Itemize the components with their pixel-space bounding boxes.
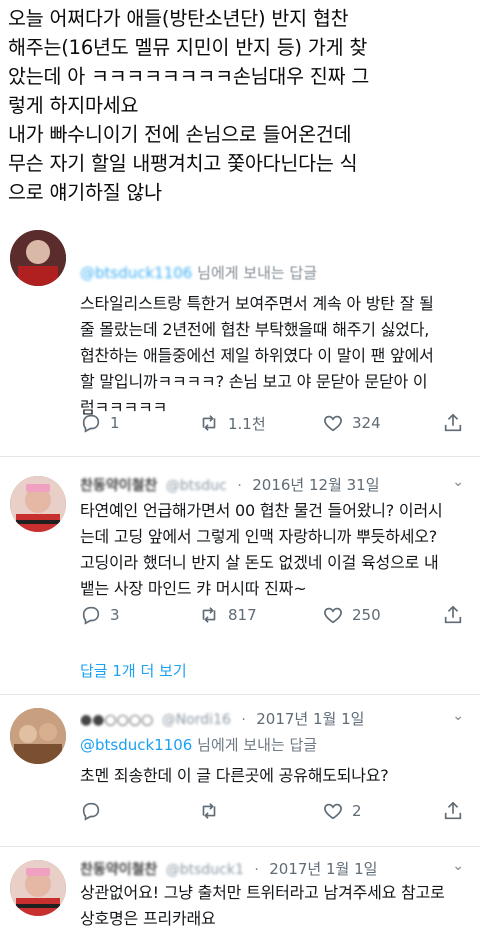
reply-indicator: @btsduck1106 님에게 보내는 답글 bbox=[80, 262, 470, 283]
reply-count: 1 bbox=[110, 414, 120, 432]
like-count: 250 bbox=[352, 606, 381, 624]
tweet-body: 타연예인 언급해가면서 00 협찬 물건 들어왔니? 이러시 는데 고딩 앞에서… bbox=[80, 498, 470, 602]
like-button[interactable]: 2 bbox=[322, 800, 362, 822]
author-handle[interactable]: @Nordi16 bbox=[162, 712, 231, 728]
chevron-down-icon[interactable]: ⌄ bbox=[452, 708, 464, 724]
retweet-button[interactable]: 1.1천 bbox=[198, 412, 266, 434]
avatar[interactable] bbox=[10, 708, 66, 764]
caption-line: 오늘 어쩌다가 애들(방탄소년단) 반지 협찬 bbox=[8, 7, 349, 30]
caption-line: 내가 빠수니이기 전에 손님으로 들어온건데 bbox=[8, 123, 352, 146]
heart-icon bbox=[324, 415, 342, 432]
tweet-date[interactable]: 2017년 1월 1일 bbox=[256, 710, 364, 728]
tweet-line: 할 말입니까ㅋㅋㅋㅋ? 손님 보고 야 문닫아 문닫아 이 bbox=[80, 372, 428, 391]
divider bbox=[0, 456, 480, 457]
share-button[interactable] bbox=[442, 800, 464, 822]
caption-line: 렇게 하지마세요 bbox=[8, 94, 139, 117]
avatar-image bbox=[10, 708, 66, 764]
reply-icon bbox=[82, 414, 100, 433]
share-icon bbox=[444, 801, 462, 820]
tweet-line: 상호명은 프리카래요 bbox=[80, 909, 216, 928]
avatar-image bbox=[10, 476, 66, 532]
reply-button[interactable]: 3 bbox=[80, 604, 120, 626]
caption-line: 무슨 자기 할일 내팽겨치고 쫓아다닌다는 식 bbox=[8, 152, 358, 175]
share-button[interactable] bbox=[442, 604, 464, 626]
tweet-line: 타연예인 언급해가면서 00 협찬 물건 들어왔니? 이러시 bbox=[80, 501, 443, 520]
tweet-2[interactable]: 찬동약이철찬 @btsduc · 2016년 12월 31일 ⌄ 타연예인 언급… bbox=[0, 468, 480, 688]
retweet-icon bbox=[202, 415, 216, 431]
retweet-icon bbox=[202, 803, 216, 819]
show-more-replies-link[interactable]: 답글 1개 더 보기 bbox=[80, 660, 187, 681]
avatar-image bbox=[10, 230, 66, 286]
author-name[interactable]: ●●○○○○ bbox=[80, 712, 153, 728]
author-name[interactable]: 찬동약이철찬 bbox=[80, 859, 157, 879]
heart-icon bbox=[324, 607, 342, 624]
tweet-meta: ●●○○○○ @Nordi16 · 2017년 1월 1일 ⌄ bbox=[80, 708, 464, 728]
tweet-line: 협찬하는 애들중에선 제일 하위였다 이 말이 팬 앞에서 bbox=[80, 346, 434, 365]
tweet-date[interactable]: 2017년 1월 1일 bbox=[269, 860, 377, 878]
reply-icon bbox=[82, 606, 100, 625]
divider bbox=[0, 694, 480, 695]
tweet-4[interactable]: 찬동약이철찬 @btsduck1 · 2017년 1월 1일 ⌄ 상관없어요! … bbox=[0, 852, 480, 932]
like-count: 2 bbox=[352, 802, 362, 820]
tweet-body: 상관없어요! 그냥 출처만 트위터라고 남겨주세요 참고로 상호명은 프리카래요 bbox=[80, 880, 470, 932]
reply-mention-link[interactable]: @btsduck1106 bbox=[80, 736, 192, 754]
tweet-line: 고딩이라 했더니 반지 살 돈도 없겠네 이걸 육성으로 내 bbox=[80, 553, 439, 572]
avatar-image bbox=[10, 860, 66, 916]
retweet-icon bbox=[202, 607, 216, 623]
tweet-line: 뱉는 사장 마인드 캬 머시따 진짜~ bbox=[80, 579, 307, 598]
reply-icon bbox=[82, 802, 100, 821]
heart-icon bbox=[324, 803, 342, 820]
reply-indicator: @btsduck1106 님에게 보내는 답글 bbox=[80, 734, 470, 755]
reply-suffix: 님에게 보내는 답글 bbox=[197, 736, 318, 754]
author-name[interactable]: 찬동약이철찬 bbox=[80, 475, 157, 495]
like-button[interactable]: 324 bbox=[322, 412, 381, 434]
reply-suffix: 님에게 보내는 답글 bbox=[197, 264, 318, 282]
retweet-button[interactable]: 817 bbox=[198, 604, 257, 626]
reply-button[interactable]: 1 bbox=[80, 412, 120, 434]
share-icon bbox=[444, 413, 462, 432]
caption-line: 으로 얘기하질 않나 bbox=[8, 181, 162, 204]
tweet-line: 초멘 죄송한데 이 글 다른곳에 공유해도되나요? bbox=[80, 766, 389, 785]
tweet-meta: 찬동약이철찬 @btsduc · 2016년 12월 31일 ⌄ bbox=[80, 474, 464, 495]
tweet-line: 는데 고딩 앞에서 그렇게 인맥 자랑하니까 뿌듯하세오? bbox=[80, 527, 438, 546]
tweet-meta: 찬동약이철찬 @btsduck1 · 2017년 1월 1일 ⌄ bbox=[80, 858, 464, 879]
share-button[interactable] bbox=[442, 412, 464, 434]
like-button[interactable]: 250 bbox=[322, 604, 381, 626]
caption-line: 았는데 아 ㅋㅋㅋㅋㅋㅋㅋㅋ손님대우 진짜 그 bbox=[8, 65, 370, 88]
avatar[interactable] bbox=[10, 230, 66, 286]
tweet-actions: 3 817 250 bbox=[80, 604, 470, 630]
tweet-3[interactable]: ●●○○○○ @Nordi16 · 2017년 1월 1일 ⌄ @btsduck… bbox=[0, 704, 480, 842]
avatar[interactable] bbox=[10, 476, 66, 532]
reply-mention-link[interactable]: @btsduck1106 bbox=[80, 264, 192, 282]
reply-button[interactable] bbox=[80, 800, 110, 822]
chevron-down-icon[interactable]: ⌄ bbox=[452, 858, 464, 874]
retweet-count: 817 bbox=[228, 606, 257, 624]
caption-text: 오늘 어쩌다가 애들(방탄소년단) 반지 협찬 해주는(16년도 멜뮤 지민이 … bbox=[8, 4, 474, 207]
tweet-line: 줄 몰랐는데 2년전에 협찬 부탁했을때 해주기 싫었다, bbox=[80, 320, 430, 339]
tweet-body: 스타일리스트랑 특한거 보여주면서 계속 아 방탄 잘 될 줄 몰랐는데 2년전… bbox=[80, 291, 470, 421]
tweet-actions: 2 bbox=[80, 800, 470, 826]
reply-count: 3 bbox=[110, 606, 120, 624]
tweet-body: 초멘 죄송한데 이 글 다른곳에 공유해도되나요? bbox=[80, 763, 470, 789]
avatar[interactable] bbox=[10, 860, 66, 916]
tweet-line: 스타일리스트랑 특한거 보여주면서 계속 아 방탄 잘 될 bbox=[80, 294, 434, 313]
tweet-actions: 1 1.1천 324 bbox=[80, 412, 470, 438]
tweet-line: 상관없어요! 그냥 출처만 트위터라고 남겨주세요 참고로 bbox=[80, 883, 445, 902]
like-count: 324 bbox=[352, 414, 381, 432]
tweet-date[interactable]: 2016년 12월 31일 bbox=[252, 476, 379, 494]
retweet-count: 1.1천 bbox=[228, 414, 266, 433]
caption-line: 해주는(16년도 멜뮤 지민이 반지 등) 가게 찾 bbox=[8, 36, 368, 59]
divider bbox=[0, 846, 480, 847]
retweet-button[interactable] bbox=[198, 800, 228, 822]
author-handle[interactable]: @btsduc bbox=[166, 478, 227, 494]
tweet-1[interactable]: @btsduck1106 님에게 보내는 답글 스타일리스트랑 특한거 보여주면… bbox=[0, 230, 480, 458]
author-handle[interactable]: @btsduck1 bbox=[166, 862, 244, 878]
chevron-down-icon[interactable]: ⌄ bbox=[452, 474, 464, 490]
share-icon bbox=[444, 605, 462, 624]
